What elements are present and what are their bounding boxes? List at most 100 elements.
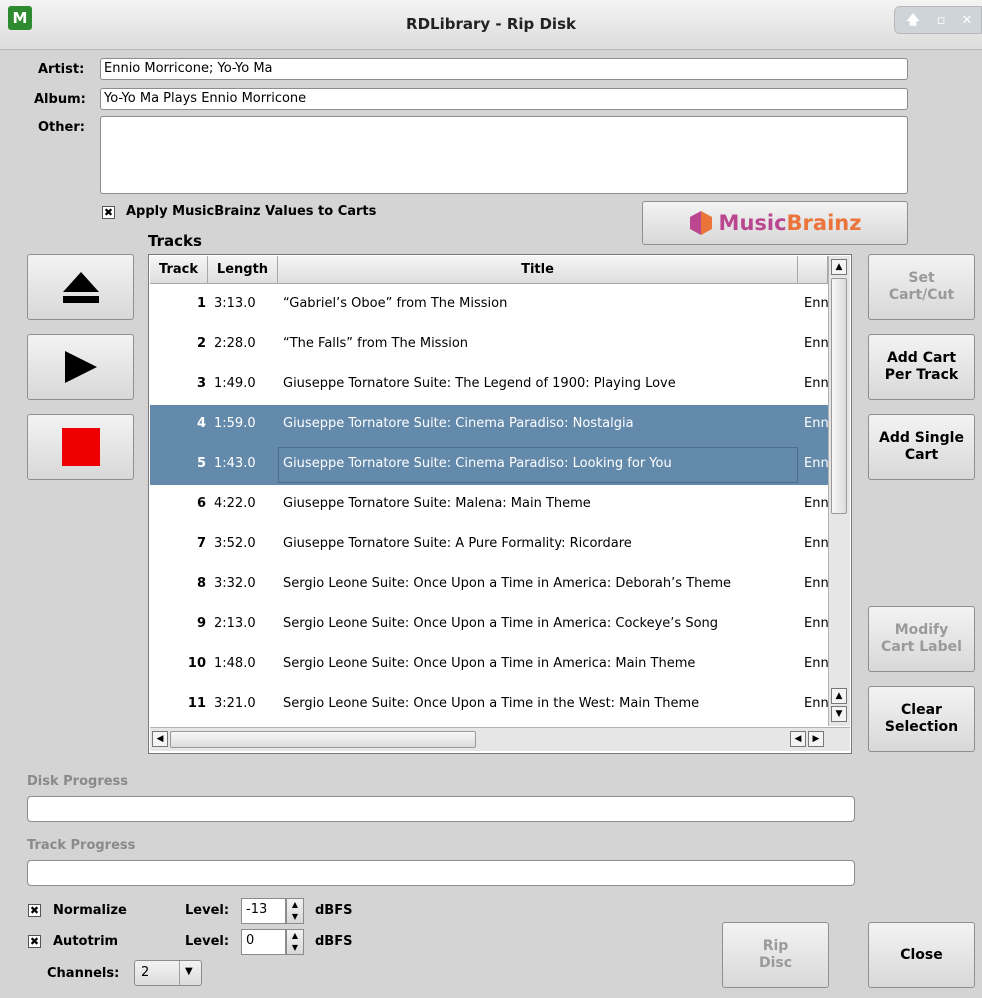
artist-cell: Enn — [804, 536, 828, 551]
artist-label: Artist: — [38, 62, 85, 77]
horizontal-scroll-thumb[interactable] — [170, 731, 476, 748]
table-row[interactable]: 9 2:13.0 Sergio Leone Suite: Once Upon a T… — [150, 605, 828, 645]
set-cart-cut-button[interactable]: Set Cart/Cut — [868, 254, 975, 320]
table-row[interactable]: 10 1:48.0 Sergio Leone Suite: Once Upon a … — [150, 645, 828, 685]
add-cart-per-track-button[interactable]: Add Cart Per Track — [868, 334, 975, 400]
tracks-label: Tracks — [148, 232, 202, 250]
normalize-unit-label: dBFS — [315, 903, 353, 918]
length-cell: 3:13.0 — [214, 296, 256, 311]
normalize-label: Normalize — [53, 903, 127, 918]
table-row[interactable]: 7 3:52.0 Giuseppe Tornatore Suite: A Pure … — [150, 525, 828, 565]
header-artist[interactable] — [798, 256, 828, 284]
track-cell: 2 — [196, 336, 206, 351]
artist-cell: Enn — [804, 376, 828, 391]
apply-musicbrainz-checkbox[interactable]: ✖ — [102, 206, 115, 219]
length-cell: 1:59.0 — [214, 416, 256, 431]
title-bar: M RDLibrary - Rip Disk 🡅 ▫ ✕ — [0, 0, 982, 50]
add-single-cart-button[interactable]: Add Single Cart — [868, 414, 975, 480]
header-track[interactable]: Track — [150, 256, 208, 284]
artist-cell: Enn — [804, 576, 828, 591]
length-cell: 2:13.0 — [214, 616, 256, 631]
artist-cell: Enn — [804, 496, 828, 511]
table-row[interactable]: 2 2:28.0 “The Falls” from The Mission Enn — [150, 325, 828, 365]
autotrim-level-input[interactable]: 0 — [241, 929, 286, 955]
vertical-scroll-thumb[interactable] — [831, 278, 847, 514]
table-row[interactable]: 1 3:13.0 “Gabriel’s Oboe” from The Mission… — [150, 285, 828, 325]
scroll-left-small-icon[interactable]: ◀ — [790, 731, 806, 747]
scroll-left-icon[interactable]: ◀ — [152, 731, 168, 747]
horizontal-scrollbar[interactable]: ◀ ◀ ▶ — [150, 727, 850, 751]
play-icon — [64, 351, 97, 383]
disk-progress-label: Disk Progress — [27, 774, 129, 789]
artist-input[interactable]: Ennio Morricone; Yo-Yo Ma — [100, 58, 908, 80]
length-cell: 1:49.0 — [214, 376, 256, 391]
disk-progress-bar — [27, 796, 855, 822]
stop-icon — [61, 428, 100, 466]
track-cell: 3 — [196, 376, 206, 391]
scroll-right-icon[interactable]: ▶ — [808, 731, 824, 747]
length-cell: 3:32.0 — [214, 576, 256, 591]
channels-divider — [179, 961, 180, 985]
musicbrainz-text-b: Brainz — [786, 210, 862, 235]
vertical-scrollbar[interactable]: ▲ ▲ ▼ — [828, 256, 850, 726]
table-row[interactable]: 5 1:43.0 Giuseppe Tornatore Suite: Cinema … — [150, 445, 828, 485]
table-row[interactable]: 11 3:21.0 Sergio Leone Suite: Once Upon a … — [150, 685, 828, 725]
track-cell: 1 — [196, 296, 206, 311]
track-cell: 11 — [187, 696, 206, 711]
length-cell: 1:43.0 — [214, 456, 256, 471]
title-cell: Giuseppe Tornatore Suite: Malena: Main T… — [283, 496, 591, 511]
title-cell: Giuseppe Tornatore Suite: A Pure Formali… — [283, 536, 632, 551]
stop-button[interactable] — [27, 414, 134, 480]
autotrim-level-label: Level: — [185, 934, 230, 949]
table-row[interactable]: 8 3:32.0 Sergio Leone Suite: Once Upon a T… — [150, 565, 828, 605]
artist-cell: Enn — [804, 336, 828, 351]
normalize-level-input[interactable]: -13 — [241, 898, 286, 924]
clear-selection-button[interactable]: Clear Selection — [868, 686, 975, 752]
window-controls: 🡅 ▫ ✕ — [894, 6, 982, 34]
restore-icon[interactable]: ▫ — [931, 12, 951, 30]
channels-select[interactable]: 2 ▼ — [134, 960, 202, 986]
autotrim-level-stepper[interactable]: ▲ ▼ — [286, 929, 304, 955]
autotrim-label: Autotrim — [53, 934, 119, 949]
length-cell: 3:21.0 — [214, 696, 256, 711]
scroll-up-small-icon[interactable]: ▲ — [831, 688, 847, 704]
header-title[interactable]: Title — [278, 256, 798, 284]
header-length[interactable]: Length — [208, 256, 278, 284]
other-textarea[interactable] — [100, 116, 908, 194]
chevron-down-icon: ▼ — [185, 966, 193, 977]
table-row[interactable]: 3 1:49.0 Giuseppe Tornatore Suite: The Leg… — [150, 365, 828, 405]
play-button[interactable] — [27, 334, 134, 400]
track-progress-label: Track Progress — [27, 838, 136, 853]
normalize-level-stepper[interactable]: ▲ ▼ — [286, 898, 304, 924]
maximize-up-icon[interactable]: 🡅 — [903, 12, 923, 30]
title-cell: Sergio Leone Suite: Once Upon a Time in … — [283, 576, 732, 591]
close-button[interactable]: Close — [868, 922, 975, 988]
tracks-table[interactable]: Track Length Title 1 3:13.0 “Gabriel’s Obo… — [148, 254, 852, 754]
table-row[interactable]: 4 1:59.0 Giuseppe Tornatore Suite: Cinema … — [150, 405, 828, 445]
title-cell: Giuseppe Tornatore Suite: Cinema Paradis… — [283, 416, 634, 431]
apply-musicbrainz-label: Apply MusicBrainz Values to Carts — [126, 204, 377, 219]
album-input[interactable]: Yo-Yo Ma Plays Ennio Morricone — [100, 88, 908, 110]
title-cell: Giuseppe Tornatore Suite: The Legend of … — [283, 376, 676, 391]
artist-cell: Enn — [804, 456, 828, 471]
track-cell: 9 — [196, 616, 206, 631]
other-label: Other: — [38, 120, 85, 135]
modify-cart-label-button[interactable]: Modify Cart Label — [868, 606, 975, 672]
musicbrainz-button[interactable]: Music Brainz — [642, 201, 908, 245]
normalize-level-label: Level: — [185, 903, 230, 918]
scroll-up-icon[interactable]: ▲ — [831, 259, 847, 275]
track-cell: 6 — [196, 496, 206, 511]
scroll-down-icon[interactable]: ▼ — [831, 706, 847, 722]
window-title: RDLibrary - Rip Disk — [406, 15, 576, 33]
autotrim-checkbox[interactable]: ✖ — [28, 935, 41, 948]
eject-button[interactable] — [27, 254, 134, 320]
track-progress-bar — [27, 860, 855, 886]
rip-disc-button[interactable]: Rip Disc — [722, 922, 829, 988]
musicbrainz-text-a: Music — [718, 210, 787, 235]
title-cell: “The Falls” from The Mission — [283, 336, 469, 351]
normalize-checkbox[interactable]: ✖ — [28, 904, 41, 917]
table-row[interactable]: 6 4:22.0 Giuseppe Tornatore Suite: Malena:… — [150, 485, 828, 525]
close-window-icon[interactable]: ✕ — [957, 12, 977, 30]
length-cell: 3:52.0 — [214, 536, 256, 551]
title-cell: Sergio Leone Suite: Once Upon a Time in … — [283, 616, 719, 631]
